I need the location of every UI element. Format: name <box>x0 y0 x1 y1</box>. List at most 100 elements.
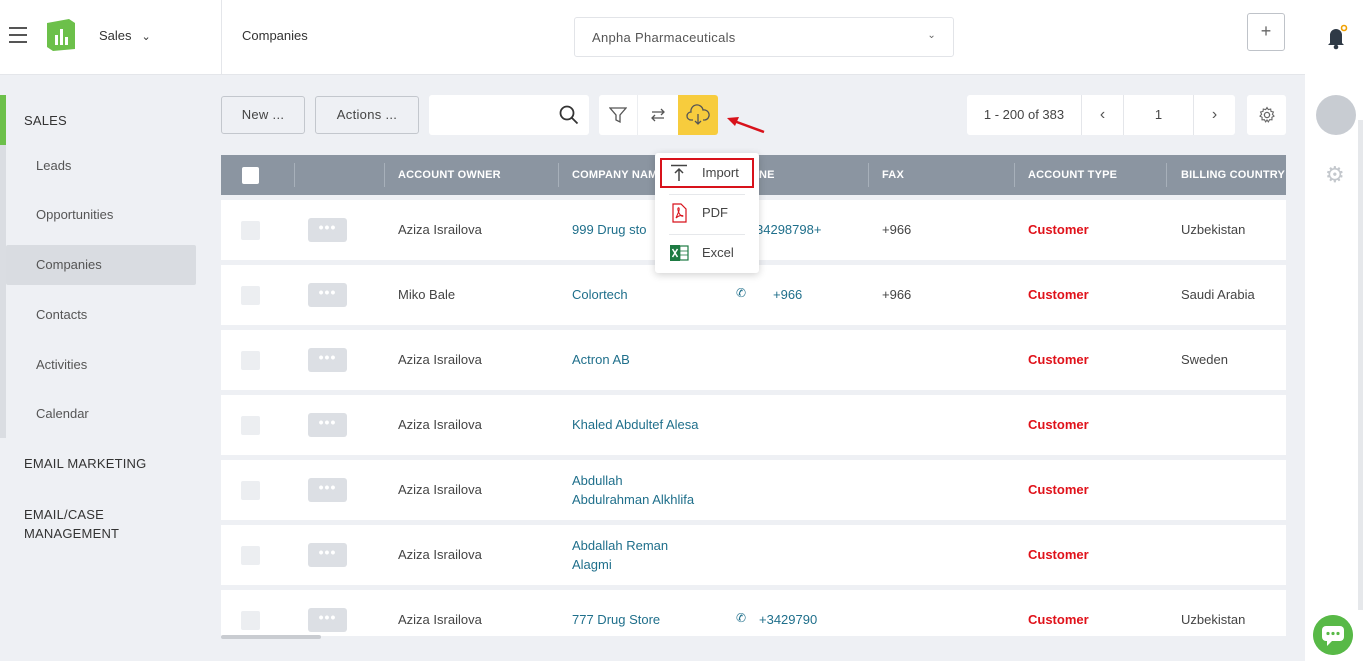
table-row[interactable]: ••• Miko Bale Colortech ✆ +966 +966 Cust… <box>221 265 1286 325</box>
column-header-fax[interactable]: FAX <box>882 155 1002 195</box>
cell-phone[interactable]: +3429790 <box>759 610 817 629</box>
column-divider <box>868 163 869 187</box>
swap-icon <box>650 108 665 122</box>
row-menu-button[interactable]: ••• <box>308 543 347 567</box>
sidebar-section-sales[interactable]: SALES <box>24 113 67 128</box>
chat-icon[interactable] <box>1313 615 1353 655</box>
column-header-account-type[interactable]: ACCOUNT TYPE <box>1028 155 1158 195</box>
menu-divider <box>669 234 745 235</box>
column-header-phone[interactable]: NE <box>759 155 859 195</box>
cell-phone[interactable]: +966 <box>773 285 802 304</box>
cell-account-owner: Miko Bale <box>398 287 456 302</box>
column-divider <box>558 163 559 187</box>
cell-company-name[interactable]: Actron AB <box>572 350 630 369</box>
select-all-checkbox[interactable] <box>242 167 259 184</box>
cell-company-name[interactable]: 777 Drug Store <box>572 610 660 629</box>
right-rail: ⚙ <box>1305 0 1365 661</box>
cell-company-name[interactable]: Abdullah <box>572 471 623 490</box>
table-row[interactable]: ••• Aziza Israilova 777 Drug Store ✆ +34… <box>221 590 1286 636</box>
phone-icon[interactable]: ✆ <box>736 286 746 300</box>
sidebar: SALES Leads Opportunities Companies Cont… <box>0 76 221 661</box>
bell-icon[interactable] <box>1326 24 1348 50</box>
row-menu-button[interactable]: ••• <box>308 413 347 437</box>
row-menu-button[interactable]: ••• <box>308 283 347 307</box>
sidebar-item-calendar[interactable]: Calendar <box>36 406 89 421</box>
sidebar-section-management[interactable]: MANAGEMENT <box>24 526 119 541</box>
column-header-account-owner[interactable]: ACCOUNT OWNER <box>398 155 558 195</box>
avatar[interactable] <box>1316 95 1356 135</box>
prev-page-button[interactable]: ‹ <box>1082 95 1124 135</box>
app-logo-icon <box>47 19 75 51</box>
company-select[interactable]: Anpha Pharmaceuticals ⌄ <box>574 17 954 57</box>
table-row[interactable]: ••• Aziza Israilova Abdullah Abdulrahman… <box>221 460 1286 520</box>
row-menu-button[interactable]: ••• <box>308 478 347 502</box>
row-menu-button[interactable]: ••• <box>308 608 347 632</box>
menu-item-pdf[interactable]: PDF <box>655 196 759 230</box>
menu-divider <box>669 194 745 195</box>
cell-account-owner: Aziza Israilova <box>398 547 482 562</box>
add-button[interactable]: + <box>1247 13 1285 51</box>
row-checkbox[interactable] <box>241 481 260 500</box>
vertical-scrollbar[interactable] <box>1358 120 1363 610</box>
menu-item-label: Excel <box>702 245 734 260</box>
cell-account-owner: Aziza Israilova <box>398 417 482 432</box>
app-switcher[interactable]: Sales ⌄ <box>99 28 151 43</box>
chevron-down-icon: ⌄ <box>141 31 151 43</box>
column-divider <box>294 163 295 187</box>
sidebar-item-leads[interactable]: Leads <box>36 158 71 173</box>
sidebar-item-opportunities[interactable]: Opportunities <box>36 207 113 222</box>
cell-account-type: Customer <box>1028 352 1089 367</box>
swap-button[interactable] <box>638 95 677 135</box>
table-settings-button[interactable] <box>1247 95 1286 135</box>
filter-button[interactable] <box>599 95 638 135</box>
horizontal-scrollbar[interactable] <box>221 635 321 639</box>
row-checkbox[interactable] <box>241 416 260 435</box>
table-row[interactable]: ••• Aziza Israilova Khaled Abdultef Ales… <box>221 395 1286 455</box>
cell-billing-country: Saudi Arabia <box>1181 287 1255 302</box>
row-menu-button[interactable]: ••• <box>308 218 347 242</box>
table-row[interactable]: ••• Aziza Israilova Abdallah Reman Alagm… <box>221 525 1286 585</box>
row-checkbox[interactable] <box>241 611 260 630</box>
cell-phone[interactable]: +34298798 <box>756 220 866 239</box>
row-checkbox[interactable] <box>241 546 260 565</box>
sidebar-section-email-marketing[interactable]: EMAIL MARKETING <box>24 456 146 471</box>
cell-company-name[interactable]: Abdallah Reman <box>572 536 668 555</box>
sidebar-item-companies[interactable]: Companies <box>36 257 102 272</box>
sidebar-item-activities[interactable]: Activities <box>36 357 87 372</box>
row-checkbox[interactable] <box>241 286 260 305</box>
sidebar-section-email-case[interactable]: EMAIL/CASE <box>24 507 104 522</box>
cell-fax: +966 <box>882 287 912 302</box>
top-bar: Sales ⌄ Companies Anpha Pharmaceuticals ⌄… <box>0 0 1305 75</box>
column-divider <box>1014 163 1015 187</box>
cell-company-name-line2[interactable]: Abdulrahman Alkhlifa <box>572 490 694 509</box>
gear-icon <box>1258 106 1275 123</box>
gear-icon[interactable]: ⚙ <box>1325 162 1345 188</box>
chevron-down-icon: ⌄ <box>927 30 936 41</box>
row-checkbox[interactable] <box>241 351 260 370</box>
cell-company-name[interactable]: Khaled Abdultef Alesa <box>572 415 699 434</box>
next-page-button[interactable]: › <box>1194 95 1235 135</box>
sidebar-item-contacts[interactable]: Contacts <box>36 307 87 322</box>
table-row[interactable]: ••• Aziza Israilova Actron AB Customer S… <box>221 330 1286 390</box>
row-checkbox[interactable] <box>241 221 260 240</box>
new-button[interactable]: New ... <box>221 96 305 134</box>
cell-account-type: Customer <box>1028 482 1089 497</box>
actions-button[interactable]: Actions ... <box>315 96 419 134</box>
page-number-field[interactable]: 1 <box>1124 95 1194 135</box>
cell-company-name[interactable]: Colortech <box>572 285 628 304</box>
hamburger-icon[interactable] <box>9 27 27 43</box>
menu-item-excel[interactable]: Excel <box>655 236 759 270</box>
search-icon[interactable] <box>559 105 579 125</box>
row-menu-button[interactable]: ••• <box>308 348 347 372</box>
export-button[interactable] <box>678 95 718 135</box>
cell-account-type: Customer <box>1028 612 1089 627</box>
phone-icon[interactable]: ✆ <box>736 611 746 625</box>
sidebar-line <box>0 145 6 438</box>
cell-company-name-line2[interactable]: Alagmi <box>572 555 612 574</box>
column-header-billing-country[interactable]: BILLING COUNTRY <box>1181 155 1286 195</box>
cell-account-owner: Aziza Israilova <box>398 482 482 497</box>
search-input[interactable] <box>429 95 549 135</box>
column-header-company-name[interactable]: COMPANY NAM <box>572 155 662 195</box>
pagination: 1 - 200 of 383 ‹ 1 › <box>967 95 1235 135</box>
cell-company-name[interactable]: 999 Drug sto <box>572 220 658 239</box>
